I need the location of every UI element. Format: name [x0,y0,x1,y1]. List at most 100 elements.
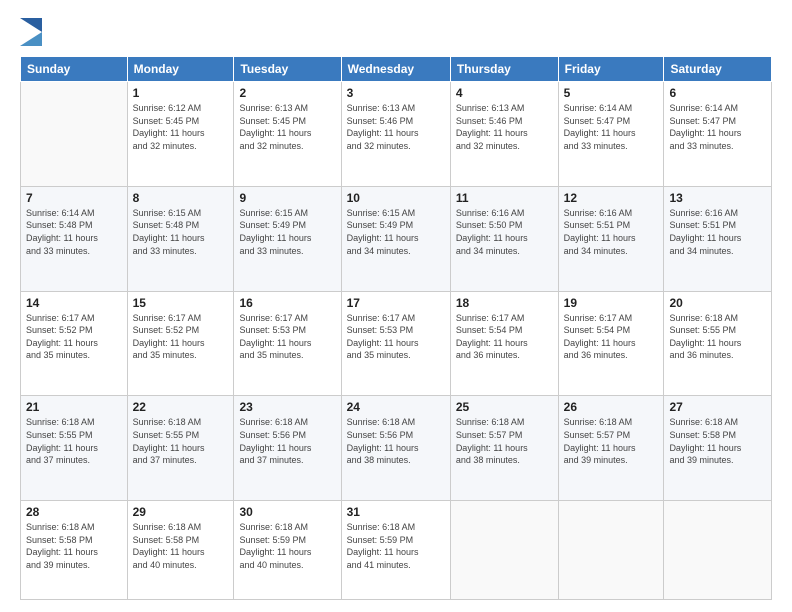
weekday-header-tuesday: Tuesday [234,57,341,82]
calendar-cell: 22Sunrise: 6:18 AM Sunset: 5:55 PM Dayli… [127,396,234,501]
day-info: Sunrise: 6:18 AM Sunset: 5:57 PM Dayligh… [456,416,553,466]
page: SundayMondayTuesdayWednesdayThursdayFrid… [0,0,792,612]
calendar-cell [21,82,128,187]
day-info: Sunrise: 6:14 AM Sunset: 5:48 PM Dayligh… [26,207,122,257]
day-number: 19 [564,296,659,310]
calendar-cell: 28Sunrise: 6:18 AM Sunset: 5:58 PM Dayli… [21,501,128,600]
day-number: 29 [133,505,229,519]
day-number: 14 [26,296,122,310]
day-info: Sunrise: 6:18 AM Sunset: 5:59 PM Dayligh… [347,521,445,571]
day-number: 8 [133,191,229,205]
day-number: 9 [239,191,335,205]
calendar-cell: 24 Sunrise: 6:18 AM Sunset: 5:56 PM Dayli… [341,396,450,501]
calendar-cell: 8 Sunrise: 6:15 AM Sunset: 5:48 PM Daylig… [127,186,234,291]
day-info: Sunrise: 6:14 AM Sunset: 5:47 PM Dayligh… [564,102,659,152]
calendar-cell: 7 Sunrise: 6:14 AM Sunset: 5:48 PM Daylig… [21,186,128,291]
day-info: Sunrise: 6:17 AM Sunset: 5:54 PM Dayligh… [456,312,553,362]
calendar-cell [450,501,558,600]
calendar-cell: 10 Sunrise: 6:15 AM Sunset: 5:49 PM Dayli… [341,186,450,291]
day-number: 18 [456,296,553,310]
day-info: Sunrise: 6:18 AM Sunset: 5:56 PM Dayligh… [239,416,335,466]
day-info: Sunrise: 6:18 AM Sunset: 5:57 PM Dayligh… [564,416,659,466]
day-info: Sunrise: 6:18 AM Sunset: 5:55 PM Dayligh… [26,416,122,466]
day-number: 17 [347,296,445,310]
calendar-cell: 18 Sunrise: 6:17 AM Sunset: 5:54 PM Dayli… [450,291,558,396]
day-info: Sunrise: 6:16 AM Sunset: 5:50 PM Dayligh… [456,207,553,257]
calendar-cell: 31 Sunrise: 6:18 AM Sunset: 5:59 PM Dayli… [341,501,450,600]
day-info: Sunrise: 6:18 AM Sunset: 5:58 PM Dayligh… [669,416,766,466]
calendar-cell: 20 Sunrise: 6:18 AM Sunset: 5:55 PM Dayli… [664,291,772,396]
day-info: Sunrise: 6:12 AM Sunset: 5:45 PM Dayligh… [133,102,229,152]
day-info: Sunrise: 6:15 AM Sunset: 5:48 PM Dayligh… [133,207,229,257]
calendar-cell: 19 Sunrise: 6:17 AM Sunset: 5:54 PM Dayli… [558,291,664,396]
calendar-cell: 11Sunrise: 6:16 AM Sunset: 5:50 PM Dayli… [450,186,558,291]
week-row-4: 21 Sunrise: 6:18 AM Sunset: 5:55 PM Dayli… [21,396,772,501]
day-number: 10 [347,191,445,205]
calendar-cell: 25 Sunrise: 6:18 AM Sunset: 5:57 PM Dayli… [450,396,558,501]
calendar-cell: 3 Sunrise: 6:13 AM Sunset: 5:46 PM Daylig… [341,82,450,187]
weekday-header-wednesday: Wednesday [341,57,450,82]
weekday-header-friday: Friday [558,57,664,82]
day-info: Sunrise: 6:16 AM Sunset: 5:51 PM Dayligh… [564,207,659,257]
day-number: 3 [347,86,445,100]
week-row-1: 1 Sunrise: 6:12 AM Sunset: 5:45 PM Daylig… [21,82,772,187]
day-info: Sunrise: 6:18 AM Sunset: 5:58 PM Dayligh… [133,521,229,571]
header [20,18,772,46]
week-row-3: 14 Sunrise: 6:17 AM Sunset: 5:52 PM Dayli… [21,291,772,396]
day-number: 23 [239,400,335,414]
calendar-cell: 14 Sunrise: 6:17 AM Sunset: 5:52 PM Dayli… [21,291,128,396]
day-number: 26 [564,400,659,414]
day-info: Sunrise: 6:17 AM Sunset: 5:53 PM Dayligh… [347,312,445,362]
calendar-cell: 5 Sunrise: 6:14 AM Sunset: 5:47 PM Daylig… [558,82,664,187]
day-info: Sunrise: 6:17 AM Sunset: 5:52 PM Dayligh… [26,312,122,362]
weekday-header-thursday: Thursday [450,57,558,82]
day-number: 30 [239,505,335,519]
day-number: 25 [456,400,553,414]
calendar-table: SundayMondayTuesdayWednesdayThursdayFrid… [20,56,772,600]
calendar-cell: 12 Sunrise: 6:16 AM Sunset: 5:51 PM Dayli… [558,186,664,291]
calendar-cell: 29 Sunrise: 6:18 AM Sunset: 5:58 PM Dayli… [127,501,234,600]
day-number: 12 [564,191,659,205]
day-number: 15 [133,296,229,310]
week-row-2: 7 Sunrise: 6:14 AM Sunset: 5:48 PM Daylig… [21,186,772,291]
calendar-cell: 27 Sunrise: 6:18 AM Sunset: 5:58 PM Dayli… [664,396,772,501]
day-info: Sunrise: 6:17 AM Sunset: 5:52 PM Dayligh… [133,312,229,362]
weekday-header-sunday: Sunday [21,57,128,82]
day-info: Sunrise: 6:13 AM Sunset: 5:46 PM Dayligh… [347,102,445,152]
day-info: Sunrise: 6:14 AM Sunset: 5:47 PM Dayligh… [669,102,766,152]
day-number: 21 [26,400,122,414]
day-number: 5 [564,86,659,100]
weekday-header-row: SundayMondayTuesdayWednesdayThursdayFrid… [21,57,772,82]
day-info: Sunrise: 6:17 AM Sunset: 5:53 PM Dayligh… [239,312,335,362]
day-number: 16 [239,296,335,310]
day-info: Sunrise: 6:16 AM Sunset: 5:51 PM Dayligh… [669,207,766,257]
logo-icon [20,18,42,46]
day-info: Sunrise: 6:18 AM Sunset: 5:55 PM Dayligh… [669,312,766,362]
day-number: 13 [669,191,766,205]
calendar-cell: 4Sunrise: 6:13 AM Sunset: 5:46 PM Daylig… [450,82,558,187]
day-number: 7 [26,191,122,205]
day-number: 24 [347,400,445,414]
calendar-cell: 13 Sunrise: 6:16 AM Sunset: 5:51 PM Dayli… [664,186,772,291]
calendar-cell: 6Sunrise: 6:14 AM Sunset: 5:47 PM Daylig… [664,82,772,187]
day-info: Sunrise: 6:18 AM Sunset: 5:56 PM Dayligh… [347,416,445,466]
day-number: 1 [133,86,229,100]
calendar-cell: 15 Sunrise: 6:17 AM Sunset: 5:52 PM Dayli… [127,291,234,396]
day-number: 27 [669,400,766,414]
day-info: Sunrise: 6:15 AM Sunset: 5:49 PM Dayligh… [347,207,445,257]
calendar-cell [558,501,664,600]
logo [20,18,44,46]
day-number: 31 [347,505,445,519]
day-number: 20 [669,296,766,310]
day-info: Sunrise: 6:18 AM Sunset: 5:59 PM Dayligh… [239,521,335,571]
day-info: Sunrise: 6:13 AM Sunset: 5:45 PM Dayligh… [239,102,335,152]
calendar-cell: 1 Sunrise: 6:12 AM Sunset: 5:45 PM Daylig… [127,82,234,187]
calendar-cell: 16 Sunrise: 6:17 AM Sunset: 5:53 PM Dayli… [234,291,341,396]
day-info: Sunrise: 6:17 AM Sunset: 5:54 PM Dayligh… [564,312,659,362]
calendar-cell: 26 Sunrise: 6:18 AM Sunset: 5:57 PM Dayli… [558,396,664,501]
week-row-5: 28 Sunrise: 6:18 AM Sunset: 5:58 PM Dayli… [21,501,772,600]
weekday-header-monday: Monday [127,57,234,82]
day-number: 22 [133,400,229,414]
day-number: 28 [26,505,122,519]
day-number: 4 [456,86,553,100]
